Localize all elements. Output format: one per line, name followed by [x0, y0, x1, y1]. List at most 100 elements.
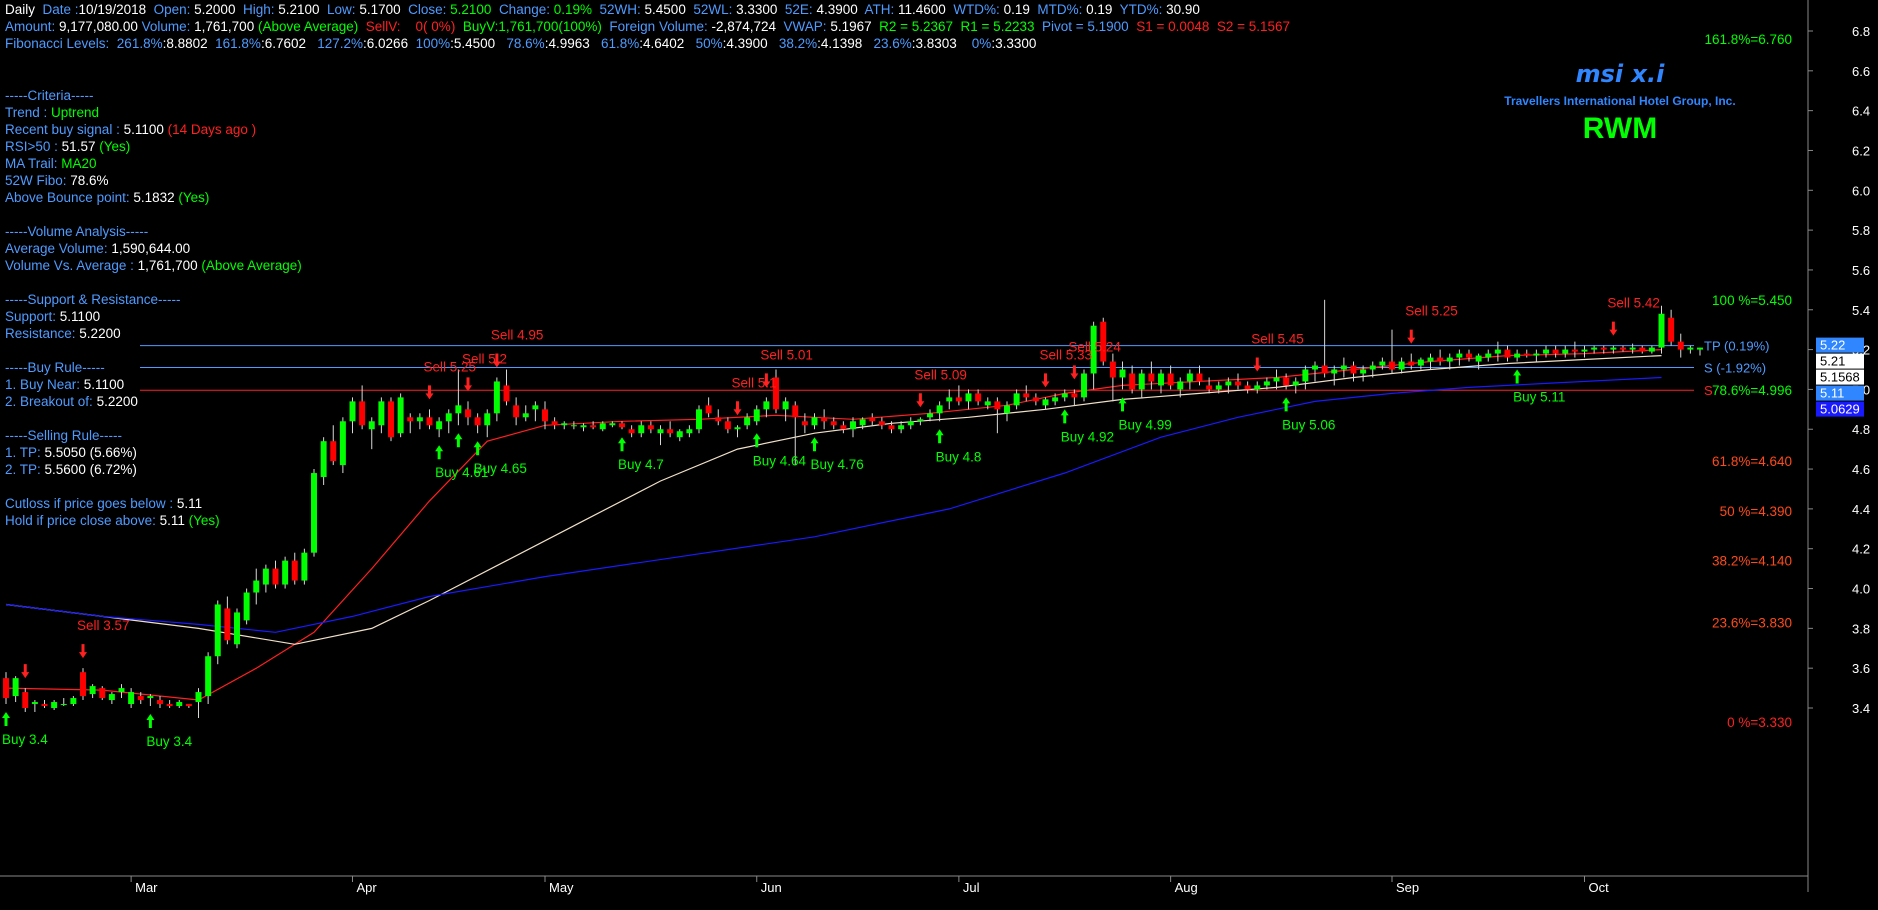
candle-body: [224, 608, 231, 641]
analysis-text: Resistance:: [5, 326, 80, 341]
analysis-text: (Yes): [99, 139, 131, 154]
candle-body: [753, 409, 760, 422]
analysis-panel: -----Criteria----- Trend : Uptrend Recent …: [5, 70, 302, 529]
candle-body: [426, 417, 433, 426]
candle-body: [243, 592, 250, 621]
header-row-volume: Amount: 9,177,080.00 Volume: 1,761,700 (…: [5, 18, 1290, 35]
header-value: :4.6402: [639, 36, 696, 51]
y-tick-label: 6.2: [1852, 143, 1870, 158]
candle-body: [1235, 381, 1241, 386]
header-value: :4.1398: [817, 36, 874, 51]
candle-body: [1186, 373, 1193, 382]
header-value: Foreign Volume:: [609, 19, 712, 34]
candle-body: [1629, 347, 1636, 350]
candle-body: [811, 417, 818, 426]
candle-body: [1475, 355, 1482, 362]
candle-body: [234, 612, 240, 645]
candle-body: [878, 421, 885, 426]
candle-body: [320, 441, 327, 478]
header-value: R2 = 5.2367 R1 = 5.2233: [879, 19, 1042, 34]
analysis-line: 2. TP: 5.5600 (6.72%): [5, 461, 302, 478]
header-value: 30.90: [1166, 2, 1200, 17]
analysis-text: 5.2200: [79, 326, 121, 341]
sell-signal-label: Sell 5.01: [760, 347, 813, 362]
x-tick-label: Jun: [761, 880, 782, 895]
candle-body: [1225, 381, 1232, 386]
fibonacci-level-label: 0 %=3.330: [1727, 715, 1792, 730]
candle-body: [1109, 361, 1116, 378]
analysis-text: -----Volume Analysis-----: [5, 224, 149, 239]
buy-signal-label: Buy 5.11: [1513, 390, 1565, 405]
x-tick-label: Aug: [1175, 880, 1198, 895]
buy-arrow-icon: [935, 429, 944, 444]
candle-body: [1350, 365, 1357, 374]
header-value: Close:: [408, 2, 451, 17]
header-value: 5.2000: [194, 2, 243, 17]
sell-signal-label: Sell 5.1: [732, 375, 777, 390]
candle-body: [1571, 349, 1578, 352]
candle-body: [1485, 353, 1492, 358]
header-value: Fibonacci Levels: 261.8%: [5, 36, 163, 51]
candle-body: [108, 694, 115, 701]
header-value: :8.8802: [162, 36, 216, 51]
sell-signal-label: Sell 5.45: [1251, 331, 1304, 346]
header-value: 38.2%: [778, 36, 818, 51]
candle-body: [522, 413, 529, 418]
candle-body: [936, 405, 943, 414]
candle-body: [782, 401, 789, 410]
header-value: 11.4600: [898, 2, 954, 17]
analysis-text: Uptrend: [51, 105, 100, 120]
candle-body: [1523, 353, 1530, 356]
candle-body: [1658, 313, 1665, 348]
sell-arrow-icon: [916, 393, 925, 408]
candle-body: [734, 427, 741, 430]
candle-body: [339, 421, 346, 466]
candle-body: [840, 425, 847, 430]
candle-body: [1081, 373, 1087, 398]
candle-body: [1321, 365, 1328, 374]
analysis-text: Trend :: [5, 105, 52, 120]
candle-body: [474, 417, 481, 426]
candle-body: [869, 417, 876, 422]
candle-body: [359, 401, 366, 426]
analysis-text: 5.11: [159, 513, 189, 528]
candle-body: [157, 700, 163, 705]
analysis-text: RSI>50 :: [5, 139, 62, 154]
candle-body: [628, 429, 635, 434]
y-tick-label: 3.6: [1852, 661, 1870, 676]
candle-body: [994, 401, 1001, 410]
candle-body: [1004, 405, 1010, 414]
candle-body: [378, 401, 385, 426]
candle-body: [850, 421, 856, 430]
y-tick-label: 4.4: [1852, 502, 1870, 517]
analysis-text: Average Volume:: [5, 241, 112, 256]
x-tick-label: Jul: [963, 880, 980, 895]
company-logo: msi x.i Travellers International Hotel G…: [1480, 60, 1760, 146]
candle-body: [1552, 349, 1559, 354]
candle-body: [282, 560, 289, 585]
candle-body: [1687, 347, 1694, 350]
analysis-text: 5.11: [176, 496, 203, 511]
candle-body: [1177, 381, 1184, 390]
candle-body: [599, 423, 606, 430]
analysis-line: RSI>50 : 51.57 (Yes): [5, 138, 302, 155]
header-value: 78.6%: [506, 36, 545, 51]
candle-body: [1061, 393, 1068, 398]
analysis-line: [5, 274, 302, 291]
buy-signal-label: Buy 4.65: [474, 461, 527, 476]
candle-body: [676, 431, 683, 438]
candle-body: [638, 425, 645, 434]
candle-body: [1292, 381, 1299, 386]
header-value: Daily: [5, 2, 43, 17]
price-tag-label: 5.1568: [1820, 370, 1860, 385]
candle-body: [1379, 361, 1386, 366]
analysis-text: Volume Vs. Average :: [5, 258, 138, 273]
ticker-symbol: RWM: [1582, 112, 1658, 145]
candle-body: [465, 409, 471, 418]
analysis-line: Hold if price close above: 5.11 (Yes): [5, 512, 302, 529]
analysis-line: [5, 206, 302, 223]
sell-signal-label: Sell 3.57: [77, 618, 130, 633]
candle-body: [407, 417, 414, 422]
candle-body: [1023, 393, 1030, 398]
candle-body: [311, 473, 317, 553]
